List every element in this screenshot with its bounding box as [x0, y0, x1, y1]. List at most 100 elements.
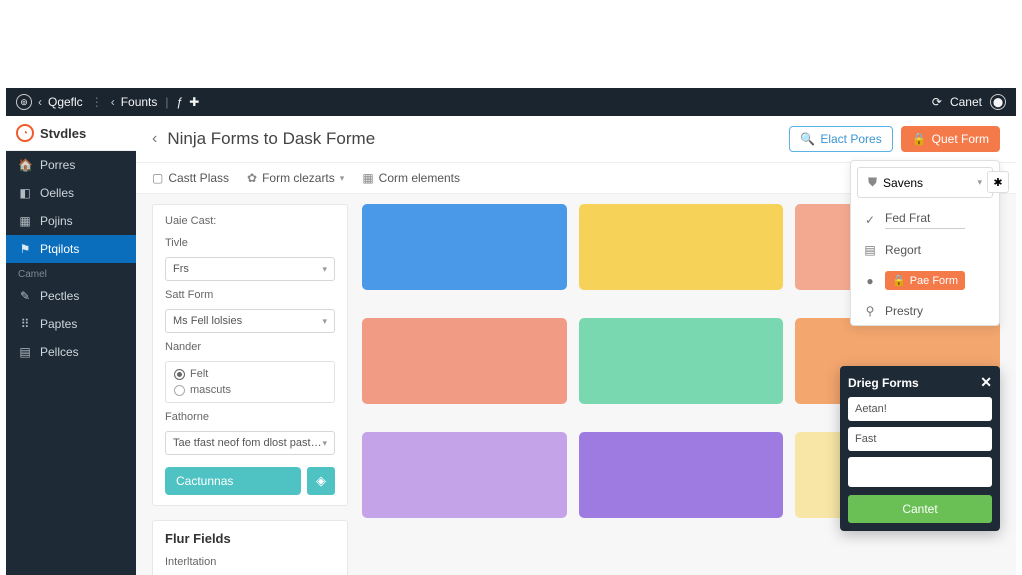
sidebar-item-pojins[interactable]: ▦ Pojins [6, 207, 136, 235]
drag-input-2[interactable] [848, 427, 992, 451]
tab-cast-plass[interactable]: ▢ Castt Plass [152, 171, 229, 185]
radio-label: Felt [190, 368, 208, 380]
sidebar-item-paptes[interactable]: ⠿ Paptes [6, 310, 136, 338]
tab-label: Castt Plass [168, 171, 229, 185]
link-icon: ⚲ [863, 304, 877, 318]
quet-form-button[interactable]: 🔒 Quet Form [901, 126, 1000, 152]
user-avatar-icon[interactable]: ⬤ [990, 94, 1006, 110]
drag-forms-panel[interactable]: Drieg Forms ✕ Cantet [840, 366, 1000, 531]
tab-form-clezarts[interactable]: ✿ Form clezarts ▾ [247, 171, 344, 185]
label-fathorne: Fathorne [165, 411, 335, 423]
shield-icon: ⛊ [868, 175, 877, 190]
settings-square-button[interactable]: ◈ [307, 467, 335, 495]
dd-item-regert[interactable]: ▤ Regort [851, 236, 999, 264]
drag-input-1[interactable] [848, 397, 992, 421]
dd-label: Prestry [885, 304, 923, 318]
main: ‹ Ninja Forms to Dask Forme 🔍 Elact Pore… [136, 116, 1016, 575]
select-title[interactable]: Frs ▾ [165, 257, 335, 281]
dd-label: Regort [885, 243, 921, 257]
blocks-icon: ▦ [362, 171, 373, 185]
color-card[interactable] [579, 432, 784, 518]
topbar-brand[interactable]: Qgeflc [48, 95, 83, 109]
sidebar-item-label: Pectles [40, 289, 79, 303]
color-card[interactable] [362, 432, 567, 518]
chevron-down-icon: ▾ [322, 264, 327, 275]
sidebar: ◔ Stvdles 🏠 Porres ◧ Oelles ▦ Pojins ⚑ P… [6, 116, 136, 575]
form-settings-panel: Uaie Cast: Tivle Frs ▾ Satt Form Ms Fell… [152, 204, 348, 506]
chevron-down-icon: ▾ [322, 316, 327, 327]
select-value: Tae tfast neof fom dlost pastarts [173, 437, 322, 449]
logo-icon: ◔ [16, 124, 34, 142]
doc-icon: ▢ [152, 171, 163, 185]
label-satform: Satt Form [165, 289, 335, 301]
close-icon[interactable]: ✕ [980, 374, 992, 391]
lock-icon: 🔒 [912, 132, 927, 146]
sidebar-item-ptqilots[interactable]: ⚑ Ptqilots [6, 235, 136, 263]
user-label[interactable]: Canet [950, 95, 982, 109]
cactunnes-button[interactable]: Cactunnas [165, 467, 301, 495]
sync-icon[interactable]: ⟳ [932, 95, 942, 109]
plus-icon[interactable]: ✚ [189, 95, 199, 109]
search-icon: 🔍 [800, 132, 815, 146]
button-label: Quet Form [932, 132, 989, 146]
sidebar-item-label: Paptes [40, 317, 77, 331]
dd-item-fedfrat[interactable]: ✓ Fed Frat [851, 204, 999, 236]
color-card[interactable] [579, 204, 784, 290]
tab-label: Form clezarts [262, 171, 335, 185]
sidebar-item-pectles[interactable]: ✎ Pectles [6, 282, 136, 310]
chevron-down-icon: ▾ [340, 173, 345, 184]
label-interitation: Interltation [165, 556, 335, 568]
radio-label: mascuts [190, 384, 231, 396]
select-fathorne[interactable]: Tae tfast neof fom dlost pastarts ▾ [165, 431, 335, 455]
radio-icon [174, 369, 185, 380]
pill-label: Pae Form [910, 275, 958, 287]
sidebar-item-pellces[interactable]: ▤ Pellces [6, 338, 136, 366]
dd-item-prestry[interactable]: ⚲ Prestry [851, 297, 999, 325]
logo-text: Stvdles [40, 126, 86, 141]
topbar-section[interactable]: Founts [121, 95, 158, 109]
dot-icon: ● [863, 274, 877, 288]
drag-textarea[interactable] [848, 457, 992, 487]
header-row: ‹ Ninja Forms to Dask Forme 🔍 Elact Pore… [136, 116, 1016, 163]
dd-item-pae-form[interactable]: ● 🔒 Pae Form [851, 264, 999, 297]
group-title: Uaie Cast: [165, 215, 335, 227]
pencil-icon: ✎ [18, 289, 32, 303]
dropdown-head-label: Savens [883, 176, 923, 190]
button-label: Cantet [902, 502, 937, 516]
home-icon: 🏠 [18, 158, 32, 172]
chevron-left-icon[interactable]: ‹ [111, 95, 115, 109]
radio-mascuts[interactable]: mascuts [174, 382, 326, 398]
select-value: Frs [173, 263, 189, 275]
label-title: Tivle [165, 237, 335, 249]
button-label: Elact Pores [820, 132, 881, 146]
tab-corm-elements[interactable]: ▦ Corm elements [362, 171, 460, 185]
back-icon[interactable]: ‹ [152, 130, 157, 148]
elect-pores-button[interactable]: 🔍 Elact Pores [789, 126, 892, 152]
sidebar-item-oelles[interactable]: ◧ Oelles [6, 179, 136, 207]
radio-felt[interactable]: Felt [174, 366, 326, 382]
color-card[interactable] [579, 318, 784, 404]
sidebar-item-porres[interactable]: 🏠 Porres [6, 151, 136, 179]
select-satform[interactable]: Ms Fell lolsies ▾ [165, 309, 335, 333]
chevron-left-icon[interactable]: ‹ [38, 95, 42, 109]
check-icon: ✓ [863, 213, 877, 227]
chevron-down-icon: ▾ [322, 438, 327, 449]
list-icon: ▤ [18, 345, 32, 359]
squares-icon: ▦ [18, 214, 32, 228]
dd-label: Fed Frat [885, 211, 965, 229]
drag-title: Drieg Forms [848, 376, 919, 390]
page-title: Ninja Forms to Dask Forme [167, 129, 375, 149]
dropdown-knob[interactable]: ✱ [987, 171, 1009, 193]
sidebar-item-label: Oelles [40, 186, 74, 200]
cantet-button[interactable]: Cantet [848, 495, 992, 523]
flag-icon[interactable]: ƒ [177, 95, 184, 109]
sidebar-item-label: Pojins [40, 214, 73, 228]
doc-icon: ▤ [863, 243, 877, 257]
label-nander: Nander [165, 341, 335, 353]
logo-row[interactable]: ◔ Stvdles [6, 116, 136, 151]
savens-dropdown: ⛊ Savens ▾ ✱ ✓ Fed Frat ▤ Regort ● 🔒 [850, 160, 1000, 326]
color-card[interactable] [362, 318, 567, 404]
dropdown-head[interactable]: ⛊ Savens ▾ [857, 167, 993, 198]
sidebar-item-label: Pellces [40, 345, 79, 359]
color-card[interactable] [362, 204, 567, 290]
